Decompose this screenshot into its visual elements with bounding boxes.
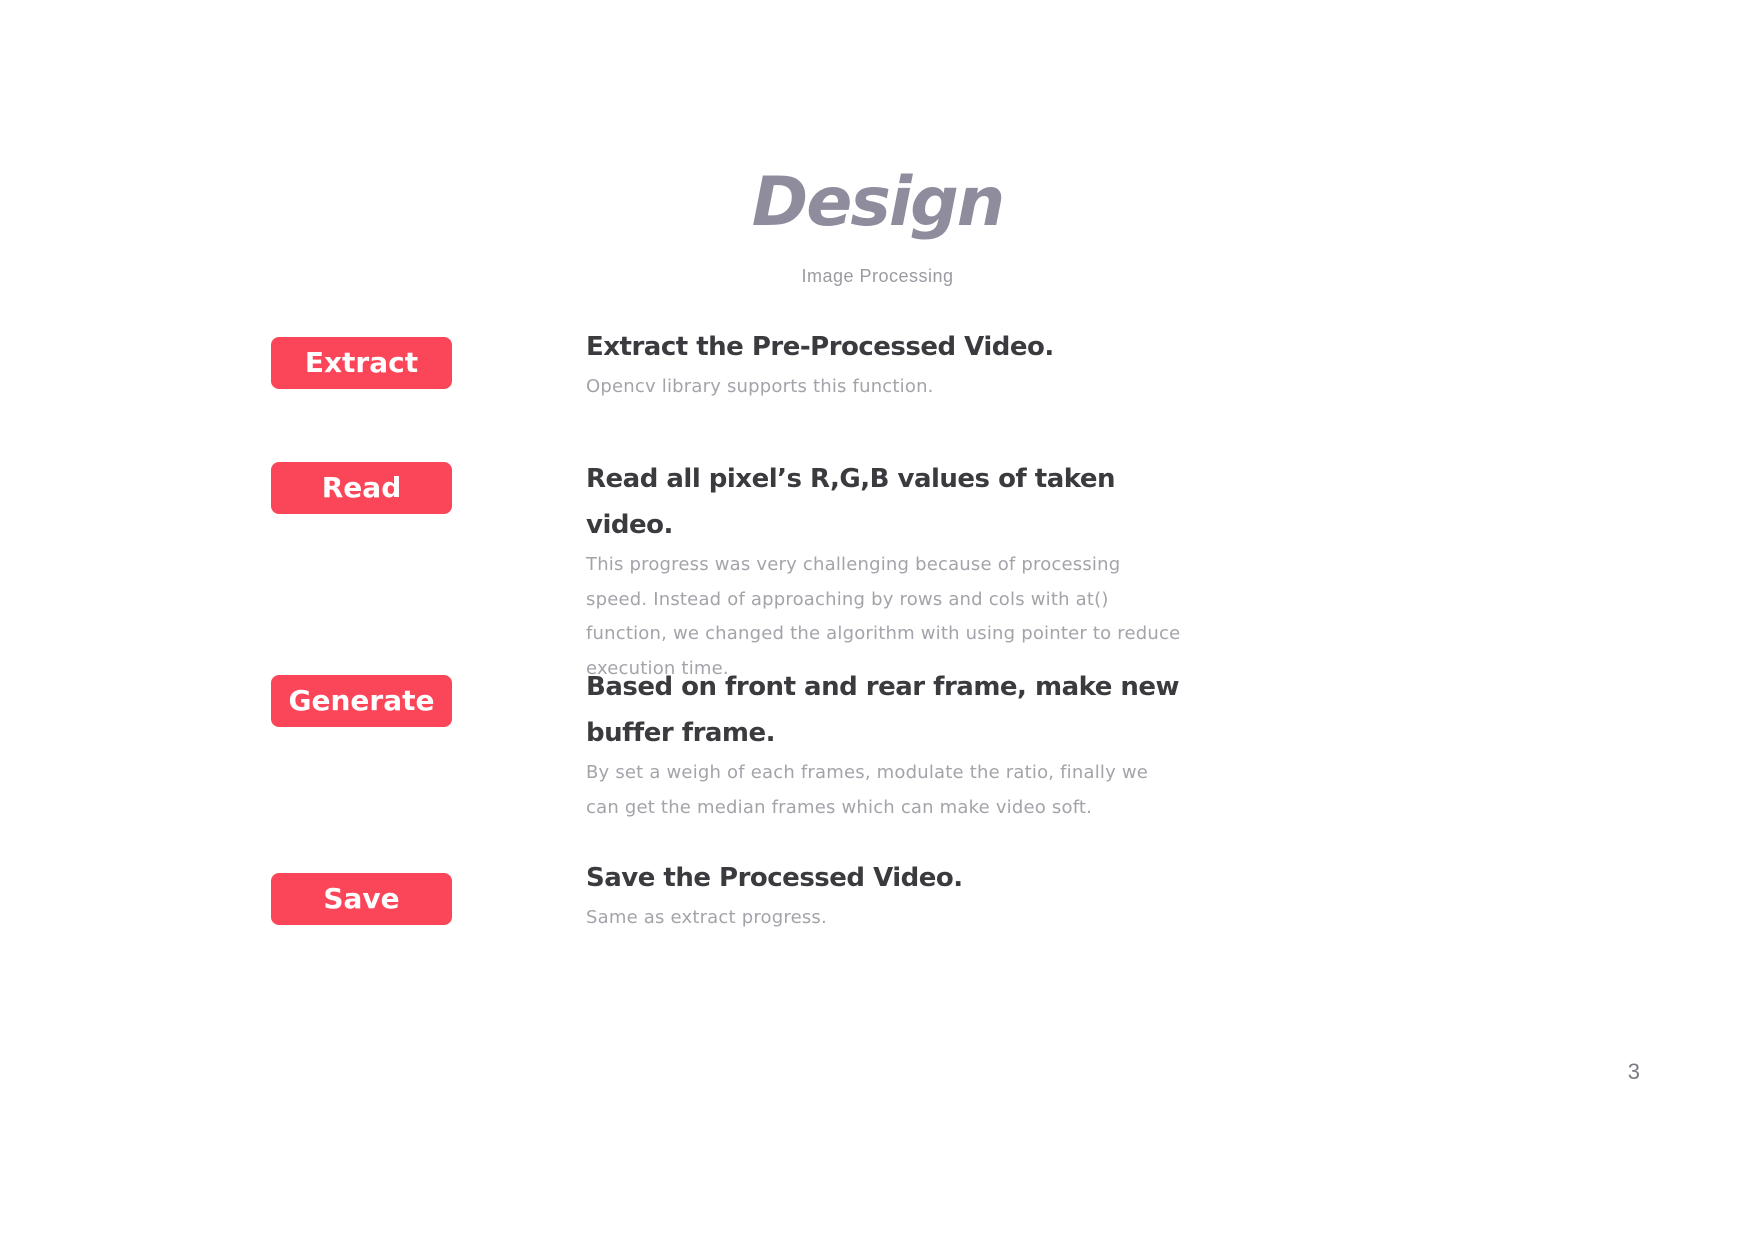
step-heading: Extract the Pre-Processed Video. [586,332,1054,362]
slide-title: Design [751,163,1005,242]
slide: Design Image Processing Extract Extract … [0,0,1755,1241]
step-extract-body: Extract the Pre-Processed Video. Opencv … [586,324,1186,405]
step-description: By set a weigh of each frames, modulate … [586,762,1149,818]
step-heading: Based on front and rear frame, make new … [586,672,1180,748]
step-generate-body: Based on front and rear frame, make new … [586,664,1186,825]
slide-subtitle: Image Processing [801,266,954,286]
step-read-body: Read all pixel’s R,G,B values of taken v… [586,456,1186,686]
page-number: 3 [1627,1059,1640,1084]
step-heading: Save the Processed Video. [586,863,963,893]
step-description: Opencv library supports this function. [586,376,934,397]
extract-button[interactable]: Extract [271,337,452,389]
step-heading: Read all pixel’s R,G,B values of taken v… [586,464,1116,540]
step-save-body: Save the Processed Video. Same as extrac… [586,855,1186,936]
read-button[interactable]: Read [271,462,452,514]
generate-button[interactable]: Generate [271,675,452,727]
save-button[interactable]: Save [271,873,452,925]
step-description: Same as extract progress. [586,907,827,928]
